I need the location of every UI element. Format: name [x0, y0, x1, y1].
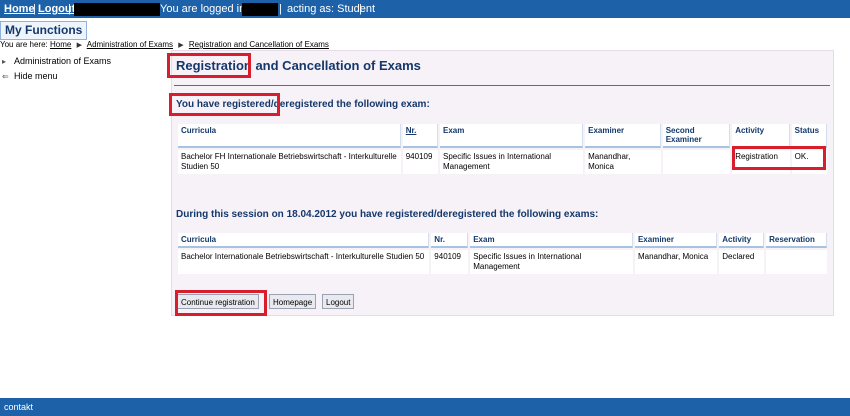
- col-examiner: Examiner: [585, 124, 661, 148]
- col-activity: Activity: [732, 124, 790, 148]
- col-curricula: Curricula: [178, 124, 401, 148]
- sidebar-item-label: Hide menu: [14, 71, 58, 81]
- chevron-right-icon: ▶: [178, 42, 184, 49]
- col-examiner: Examiner: [634, 233, 718, 248]
- footer-bar: contakt: [0, 398, 850, 416]
- separator: |: [33, 3, 36, 15]
- breadcrumb: You are here: Home ▶ Administration of E…: [0, 40, 329, 49]
- chevron-right-icon: ▶: [76, 42, 82, 49]
- highlight-box-continue: [175, 290, 267, 316]
- session-exams-table: Curricula Nr. Exam Examiner Activity Res…: [176, 231, 829, 276]
- top-bar: Home | Logout | You are logged in as | a…: [0, 0, 850, 18]
- sidebar-item-administration[interactable]: ▸ Administration of Exams: [0, 54, 166, 69]
- main-content: Registration and Cancellation of Exams Y…: [171, 50, 834, 316]
- col-second-examiner: Second Examiner: [662, 124, 731, 148]
- breadcrumb-item-home[interactable]: Home: [50, 40, 71, 49]
- col-activity: Activity: [719, 233, 765, 248]
- col-nr: Nr.: [431, 233, 469, 248]
- sidebar: ▸ Administration of Exams ⇐ Hide menu: [0, 54, 166, 84]
- session-heading: During this session on 18.04.2012 you ha…: [176, 209, 599, 220]
- cell-reservation: [766, 250, 827, 274]
- redacted-username: [74, 3, 160, 16]
- cell-activity: Declared: [719, 250, 765, 274]
- separator: |: [68, 3, 71, 15]
- col-nr[interactable]: Nr.: [402, 124, 438, 148]
- col-exam: Exam: [440, 124, 584, 148]
- breadcrumb-item-registration[interactable]: Registration and Cancellation of Exams: [189, 40, 329, 49]
- highlight-box-status: [732, 146, 826, 170]
- cell-curricula: Bachelor FH Internationale Betriebswirts…: [178, 150, 401, 174]
- divider: [174, 85, 830, 86]
- cell-exam: Specific Issues in International Managem…: [440, 150, 584, 174]
- col-curricula: Curricula: [178, 233, 430, 248]
- cell-nr: 940109: [402, 150, 438, 174]
- redacted-name: [242, 3, 278, 16]
- cell-nr: 940109: [431, 250, 469, 274]
- table-header-row: Curricula Nr. Exam Examiner Activity Res…: [178, 233, 827, 248]
- arrow-left-icon: ⇐: [2, 72, 9, 81]
- highlight-box-title: [167, 53, 251, 78]
- breadcrumb-prefix: You are here:: [0, 40, 48, 49]
- sidebar-item-hide-menu[interactable]: ⇐ Hide menu: [0, 69, 166, 84]
- my-functions-heading: My Functions: [0, 21, 88, 40]
- triangle-right-icon: ▸: [2, 57, 7, 66]
- home-link[interactable]: Home: [4, 3, 35, 15]
- col-status: Status: [791, 124, 827, 148]
- footer-link[interactable]: contakt: [4, 399, 33, 415]
- table-row: Bachelor FH Internationale Betriebswirts…: [178, 150, 827, 174]
- sidebar-item-label: Administration of Exams: [14, 56, 112, 66]
- separator: |: [279, 3, 282, 15]
- col-reservation: Reservation: [766, 233, 827, 248]
- col-exam: Exam: [470, 233, 633, 248]
- homepage-button[interactable]: Homepage: [269, 294, 317, 309]
- cell-exam: Specific Issues in International Managem…: [470, 250, 633, 274]
- logout-button[interactable]: Logout: [322, 294, 355, 309]
- separator: |: [359, 3, 362, 15]
- highlight-box-confirmation: [169, 93, 280, 116]
- breadcrumb-item-administration[interactable]: Administration of Exams: [87, 40, 173, 49]
- cell-curricula: Bachelor Internationale Betriebswirtscha…: [178, 250, 430, 274]
- cell-second-examiner: [662, 150, 731, 174]
- cell-examiner: Manandhar, Monica: [585, 150, 661, 174]
- table-header-row: Curricula Nr. Exam Examiner Second Exami…: [178, 124, 827, 148]
- cell-examiner: Manandhar, Monica: [634, 250, 718, 274]
- table-row: Bachelor Internationale Betriebswirtscha…: [178, 250, 827, 274]
